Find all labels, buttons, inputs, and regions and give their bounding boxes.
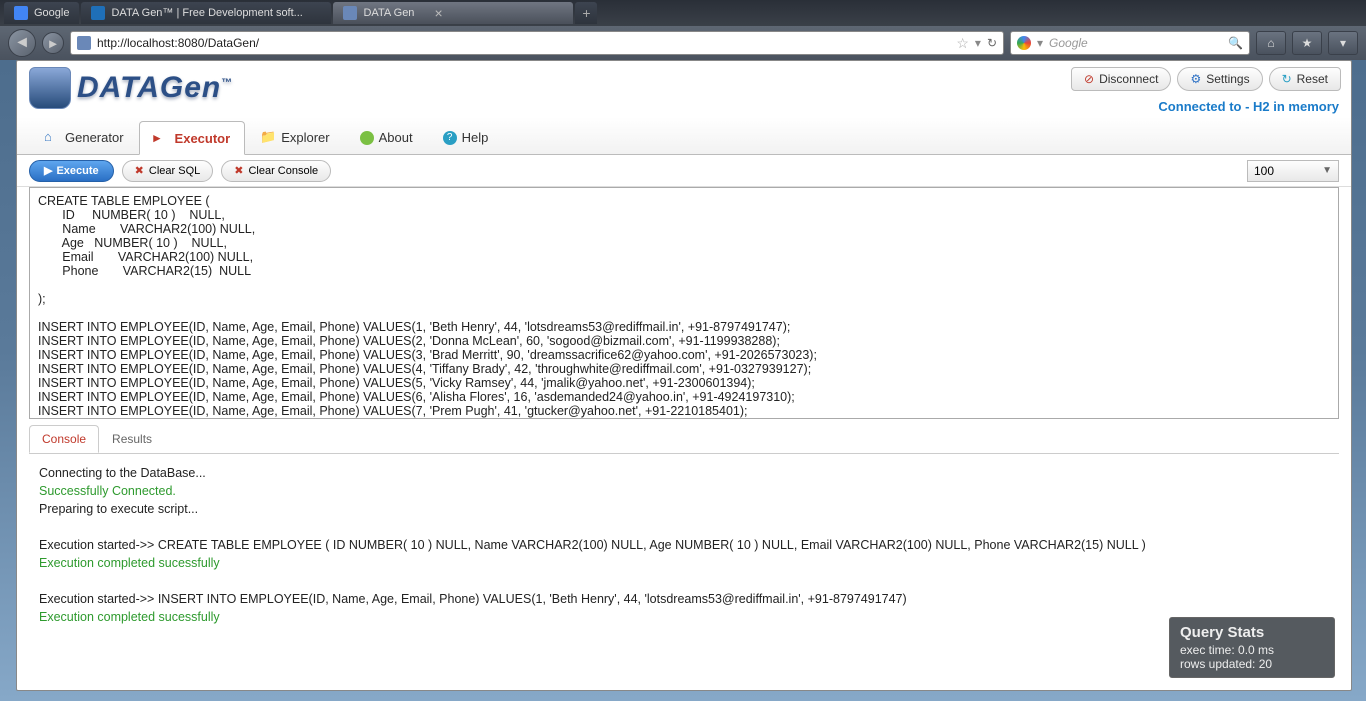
home-icon: ⌂	[44, 129, 60, 145]
gear-icon: ⚙	[1190, 72, 1201, 86]
clear-console-button[interactable]: ✖Clear Console	[221, 160, 331, 182]
url-input[interactable]: http://localhost:8080/DataGen/ ☆ ▾ ↻	[70, 31, 1004, 55]
bookmarks-button[interactable]: ★	[1292, 31, 1322, 55]
clear-icon: ✖	[135, 164, 144, 177]
logo-text: DATAGen	[77, 71, 221, 104]
datagen-favicon	[343, 6, 357, 20]
search-input[interactable]: ▾ Google 🔍	[1010, 31, 1250, 55]
clear-sql-button[interactable]: ✖Clear SQL	[122, 160, 214, 182]
app-header: DATAGen™ ⊘Disconnect ⚙Settings ↻Reset Co…	[17, 61, 1351, 117]
disconnect-icon: ⊘	[1084, 72, 1094, 86]
about-icon	[360, 131, 374, 145]
reset-icon: ↻	[1282, 72, 1292, 86]
chevron-down-icon: ▼	[1322, 165, 1332, 176]
google-favicon	[14, 6, 28, 20]
new-tab-button[interactable]: +	[575, 2, 597, 24]
stats-title: Query Stats	[1180, 624, 1324, 641]
tab-explorer[interactable]: 📁Explorer	[245, 120, 344, 154]
menu-button[interactable]: ▾	[1328, 31, 1358, 55]
disconnect-button[interactable]: ⊘Disconnect	[1071, 67, 1171, 91]
console-line: Preparing to execute script...	[39, 500, 1329, 518]
tab-console[interactable]: Console	[29, 425, 99, 453]
console-line: Successfully Connected.	[39, 482, 1329, 500]
help-icon: ?	[443, 131, 457, 145]
bookmark-star-icon[interactable]: ☆	[956, 35, 969, 52]
top-right-buttons: ⊘Disconnect ⚙Settings ↻Reset	[1071, 67, 1341, 91]
settings-button[interactable]: ⚙Settings	[1177, 67, 1262, 91]
app-frame: DATAGen™ ⊘Disconnect ⚙Settings ↻Reset Co…	[16, 60, 1352, 691]
sql-textarea[interactable]: CREATE TABLE EMPLOYEE ( ID NUMBER( 10 ) …	[29, 187, 1339, 419]
forward-button[interactable]: ►	[42, 32, 64, 54]
console-line	[39, 572, 1329, 590]
search-placeholder: Google	[1049, 36, 1088, 50]
run-icon: ▶	[44, 164, 52, 177]
executor-icon: ▸	[154, 130, 170, 146]
stats-exec-time: exec time: 0.0 ms	[1180, 643, 1324, 657]
tm: ™	[221, 77, 233, 89]
limit-dropdown[interactable]: 100▼	[1247, 160, 1339, 182]
tab-executor[interactable]: ▸Executor	[139, 121, 246, 155]
console-line: Execution completed sucessfully	[39, 608, 1329, 626]
lower-tabs: Console Results	[29, 425, 1351, 453]
tab-help[interactable]: ?Help	[428, 121, 504, 154]
console-output[interactable]: Connecting to the DataBase...Successfull…	[29, 453, 1339, 649]
reset-button[interactable]: ↻Reset	[1269, 67, 1341, 91]
executor-toolbar: ▶Execute ✖Clear SQL ✖Clear Console 100▼	[17, 155, 1351, 187]
console-line: Execution started->> CREATE TABLE EMPLOY…	[39, 536, 1329, 554]
tab-label: Google	[34, 7, 69, 19]
browser-tab-sf[interactable]: DATA Gen™ | Free Development soft...	[81, 2, 331, 24]
address-bar: ◄ ► http://localhost:8080/DataGen/ ☆ ▾ ↻…	[0, 26, 1366, 60]
console-line: Execution started->> INSERT INTO EMPLOYE…	[39, 590, 1329, 608]
logo-icon	[29, 67, 71, 109]
tab-about[interactable]: About	[345, 121, 428, 154]
connection-status: Connected to - H2 in memory	[1158, 99, 1339, 114]
main-tabs: ⌂Generator ▸Executor 📁Explorer About ?He…	[17, 117, 1351, 155]
site-favicon	[77, 36, 91, 50]
console-line	[39, 518, 1329, 536]
browser-tab-google[interactable]: Google	[4, 2, 79, 24]
reload-icon[interactable]: ↻	[987, 36, 997, 50]
tab-label: DATA Gen	[363, 7, 414, 19]
sf-favicon	[91, 6, 105, 20]
browser-tab-active[interactable]: DATA Gen ×	[333, 2, 573, 24]
folder-icon: 📁	[260, 129, 276, 145]
tab-results[interactable]: Results	[99, 425, 165, 453]
tab-generator[interactable]: ⌂Generator	[29, 120, 139, 154]
close-icon[interactable]: ×	[434, 5, 442, 21]
tab-label: DATA Gen™ | Free Development soft...	[111, 7, 302, 19]
browser-tab-strip: Google DATA Gen™ | Free Development soft…	[0, 0, 1366, 26]
execute-button[interactable]: ▶Execute	[29, 160, 114, 182]
clear-icon: ✖	[234, 164, 243, 177]
console-line: Execution completed sucessfully	[39, 554, 1329, 572]
console-line: Connecting to the DataBase...	[39, 464, 1329, 482]
url-text: http://localhost:8080/DataGen/	[97, 36, 950, 50]
back-button[interactable]: ◄	[8, 29, 36, 57]
home-button[interactable]: ⌂	[1256, 31, 1286, 55]
google-icon	[1017, 36, 1031, 50]
search-icon[interactable]: 🔍	[1228, 36, 1243, 50]
stats-rows: rows updated: 20	[1180, 657, 1324, 671]
query-stats-box: Query Stats exec time: 0.0 ms rows updat…	[1169, 617, 1335, 678]
